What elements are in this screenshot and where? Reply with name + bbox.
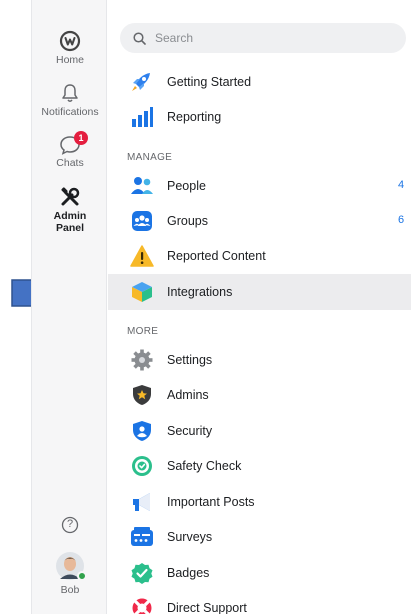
survey-icon bbox=[131, 527, 153, 546]
rail-notifications-label: Notifications bbox=[41, 106, 99, 118]
menu-item-label: Badges bbox=[167, 566, 210, 580]
avatar bbox=[55, 551, 87, 581]
menu-item-label: Reporting bbox=[167, 110, 222, 124]
menu-item-label: Settings bbox=[167, 353, 213, 367]
menu-item-people[interactable]: People 4 bbox=[108, 168, 411, 204]
admin-shield-icon bbox=[133, 385, 151, 405]
admin-menu: Search Getting Started Reporting MANAGE bbox=[108, 0, 411, 614]
menu-item-badges[interactable]: Badges bbox=[108, 555, 411, 591]
gear-icon bbox=[131, 349, 153, 371]
menu-item-important-posts[interactable]: Important Posts bbox=[108, 484, 411, 520]
rail-home[interactable]: Home bbox=[32, 30, 108, 66]
menu-item-reported-content[interactable]: Reported Content bbox=[108, 238, 411, 274]
badge-icon bbox=[131, 563, 153, 584]
menu-item-settings[interactable]: Settings bbox=[108, 342, 411, 378]
chats-unread-badge: 1 bbox=[74, 131, 88, 145]
search-input[interactable]: Search bbox=[120, 23, 406, 53]
rail-home-label: Home bbox=[55, 54, 84, 66]
people-icon bbox=[131, 177, 153, 194]
rail-admin-panel[interactable]: Admin Panel bbox=[32, 186, 108, 234]
people-count: 4 bbox=[398, 179, 405, 191]
rail-admin-label-line1: Admin bbox=[53, 210, 87, 222]
menu-item-label: Getting Started bbox=[167, 75, 252, 89]
section-header-manage: MANAGE bbox=[127, 152, 173, 163]
security-shield-icon bbox=[133, 421, 151, 441]
menu-item-label: Groups bbox=[167, 214, 208, 228]
rail-chats[interactable]: 1 Chats bbox=[32, 131, 108, 169]
menu-item-label: Integrations bbox=[167, 285, 233, 299]
menu-item-label: Important Posts bbox=[167, 495, 255, 509]
user-name: Bob bbox=[60, 584, 80, 596]
menu-item-surveys[interactable]: Surveys bbox=[108, 519, 411, 555]
help-glyph: ? bbox=[66, 518, 74, 530]
rocket-icon bbox=[132, 73, 150, 91]
cube-icon bbox=[132, 282, 152, 302]
warning-icon bbox=[130, 245, 154, 267]
menu-item-security[interactable]: Security bbox=[108, 413, 411, 449]
menu-item-label: Security bbox=[167, 424, 213, 438]
groups-icon bbox=[132, 211, 152, 231]
menu-item-direct-support[interactable]: Direct Support bbox=[108, 590, 411, 614]
left-rail: Home Notifications 1 Chats Admin Panel ? bbox=[31, 0, 107, 614]
tools-icon bbox=[61, 187, 80, 206]
menu-item-groups[interactable]: Groups 6 bbox=[108, 203, 411, 239]
menu-item-label: Surveys bbox=[167, 530, 213, 544]
menu-item-getting-started[interactable]: Getting Started bbox=[108, 64, 411, 100]
online-status-dot bbox=[77, 571, 87, 581]
menu-item-reporting[interactable]: Reporting bbox=[108, 99, 411, 135]
rail-chats-label: Chats bbox=[56, 157, 84, 169]
menu-item-label: Reported Content bbox=[167, 249, 266, 263]
rail-notifications[interactable]: Notifications bbox=[32, 82, 108, 118]
menu-item-label: People bbox=[167, 179, 206, 193]
search-icon bbox=[133, 31, 146, 45]
menu-item-label: Direct Support bbox=[167, 601, 247, 614]
rail-admin-label-line2: Panel bbox=[55, 222, 84, 234]
bell-icon bbox=[62, 84, 78, 102]
rail-profile[interactable]: Bob bbox=[32, 551, 108, 596]
safety-check-icon bbox=[132, 456, 152, 476]
menu-item-safety-check[interactable]: Safety Check bbox=[108, 448, 411, 484]
menu-item-integrations[interactable]: Integrations bbox=[108, 274, 411, 310]
menu-item-admins[interactable]: Admins bbox=[108, 377, 411, 413]
groups-count: 6 bbox=[398, 214, 405, 226]
section-header-more: MORE bbox=[127, 326, 159, 337]
help-button[interactable]: ? bbox=[32, 516, 108, 536]
search-placeholder: Search bbox=[155, 31, 194, 45]
bar-chart-icon bbox=[132, 107, 153, 127]
megaphone-icon bbox=[133, 493, 150, 511]
workplace-logo-icon bbox=[59, 30, 81, 52]
lifebuoy-icon bbox=[132, 598, 152, 614]
menu-item-label: Safety Check bbox=[167, 459, 242, 473]
menu-item-label: Admins bbox=[167, 388, 209, 402]
